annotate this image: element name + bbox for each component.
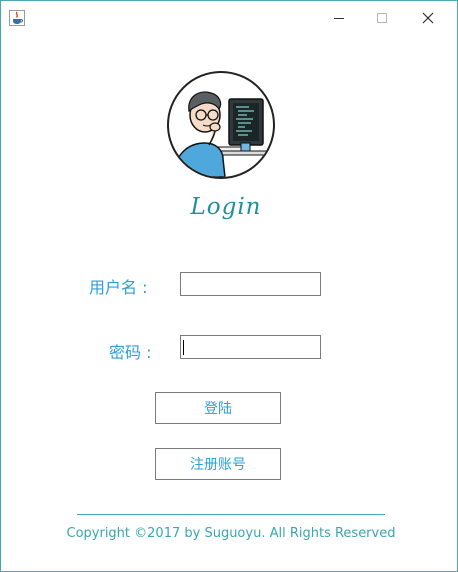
developer-illustration-icon [172, 91, 273, 177]
maximize-button[interactable] [359, 1, 405, 35]
password-label: 密码 : [109, 343, 152, 362]
login-logo-text: Login [190, 194, 262, 220]
text-cursor [183, 340, 184, 355]
username-label: 用户名 : [89, 278, 148, 297]
footer-divider [77, 514, 385, 515]
minimize-icon [334, 18, 344, 19]
login-button[interactable]: 登陆 [155, 392, 281, 424]
register-button[interactable]: 注册账号 [155, 448, 281, 480]
close-icon [422, 12, 434, 24]
close-button[interactable] [405, 1, 451, 35]
login-window: Login 用户名 : 密码 : 登陆 注册账号 Copyright ©2017… [0, 0, 458, 572]
minimize-button[interactable] [316, 1, 362, 35]
maximize-icon [377, 13, 387, 23]
username-field[interactable] [180, 272, 321, 296]
password-field[interactable] [180, 335, 321, 359]
title-bar[interactable] [1, 1, 457, 35]
avatar [167, 71, 275, 179]
java-cup-icon [9, 10, 25, 26]
copyright-text: Copyright ©2017 by Suguoyu. All Rights R… [66, 526, 396, 541]
